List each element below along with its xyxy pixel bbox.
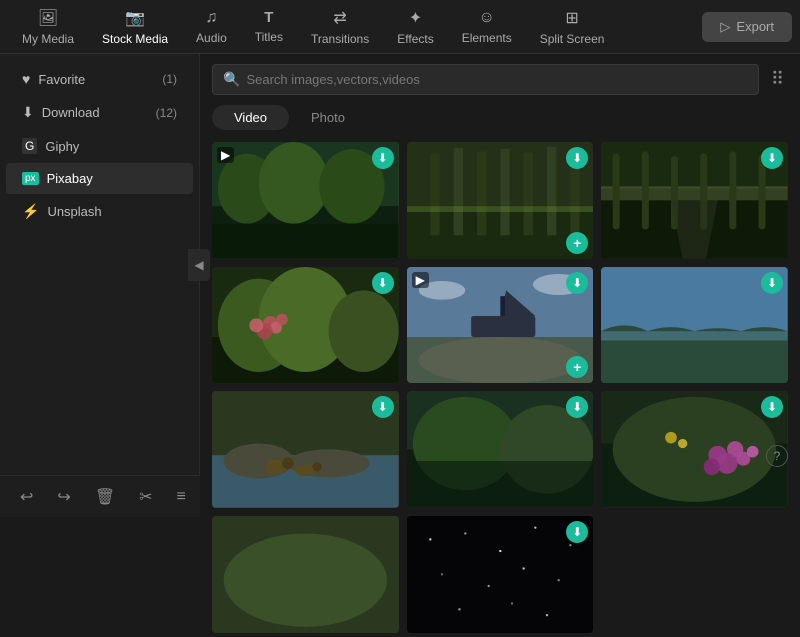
titles-icon: T: [264, 9, 273, 26]
tab-video[interactable]: Video: [212, 105, 289, 130]
content-wrapper: ◀ 🔍 ⠿ Video Photo: [200, 54, 800, 475]
nav-split-screen[interactable]: ⊞ Split Screen: [526, 2, 619, 52]
media-grid: ▶ ⬇: [212, 142, 788, 633]
audio-icon: ♫: [205, 9, 217, 27]
my-media-icon: 🖼: [38, 8, 58, 28]
nav-titles[interactable]: T Titles: [241, 3, 297, 50]
download-btn-6[interactable]: ⬇: [761, 272, 783, 294]
media-thumb-4[interactable]: ⬇: [212, 267, 399, 384]
content-area: 🔍 ⠿ Video Photo: [200, 54, 800, 637]
sidebar: ♥ Favorite (1) ⬇ Download (12) G Giphy p…: [0, 54, 200, 475]
media-thumb-8[interactable]: ⬇: [407, 391, 594, 508]
download-btn-3[interactable]: ⬇: [761, 147, 783, 169]
media-grid-wrap[interactable]: ▶ ⬇: [200, 138, 800, 637]
main-layout: ♥ Favorite (1) ⬇ Download (12) G Giphy p…: [0, 54, 800, 475]
nav-stock-media[interactable]: 📷 Stock Media: [88, 2, 182, 52]
content-tabs: Video Photo: [200, 101, 800, 138]
media-thumb-11[interactable]: ⬇: [407, 516, 594, 633]
add-btn-2[interactable]: +: [566, 232, 588, 254]
search-input[interactable]: [246, 72, 747, 87]
download-btn-5[interactable]: ⬇: [566, 272, 588, 294]
search-icon: 🔍: [223, 71, 240, 88]
media-thumb-3[interactable]: ⬇: [601, 142, 788, 259]
delete-button[interactable]: 🗑: [91, 483, 119, 511]
help-button[interactable]: ?: [766, 445, 788, 467]
menu-button[interactable]: ≡: [173, 484, 190, 510]
search-input-wrap: 🔍: [212, 64, 759, 95]
sidebar-item-giphy[interactable]: G Giphy: [6, 130, 193, 162]
sidebar-item-pixabay[interactable]: px Pixabay: [6, 163, 193, 194]
undo-button[interactable]: ↩: [16, 483, 37, 511]
download-btn-1[interactable]: ⬇: [372, 147, 394, 169]
media-thumb-1[interactable]: ▶ ⬇: [212, 142, 399, 259]
download-btn-4[interactable]: ⬇: [372, 272, 394, 294]
redo-button[interactable]: ↪: [53, 483, 74, 511]
export-icon: ▷: [720, 19, 730, 35]
download-icon: ⬇: [22, 104, 34, 121]
transitions-icon: ⇄: [333, 8, 346, 28]
collapse-sidebar-button[interactable]: ◀: [188, 249, 210, 281]
media-thumb-9[interactable]: ⬇: [601, 391, 788, 508]
export-button[interactable]: ▷ Export: [702, 12, 792, 42]
media-thumb-2[interactable]: ⬇ +: [407, 142, 594, 259]
nav-elements[interactable]: ☺ Elements: [448, 3, 526, 51]
top-nav: 🖼 My Media 📷 Stock Media ♫ Audio T Title…: [0, 0, 800, 54]
tab-photo[interactable]: Photo: [289, 105, 367, 130]
stock-media-icon: 📷: [125, 8, 145, 28]
video-badge-5: ▶: [412, 272, 429, 288]
split-screen-icon: ⊞: [565, 8, 578, 28]
sidebar-item-unsplash[interactable]: ⚡ Unsplash: [6, 195, 193, 228]
media-thumb-10[interactable]: [212, 516, 399, 633]
media-thumb-5[interactable]: ▶ ⬇ +: [407, 267, 594, 384]
nav-my-media[interactable]: 🖼 My Media: [8, 2, 88, 52]
pixabay-icon: px: [22, 172, 39, 185]
nav-transitions[interactable]: ⇄ Transitions: [297, 2, 383, 52]
giphy-icon: G: [22, 138, 37, 154]
video-badge-1: ▶: [217, 147, 234, 163]
search-bar: 🔍 ⠿: [200, 54, 800, 101]
download-btn-7[interactable]: ⬇: [372, 396, 394, 418]
media-thumb-6[interactable]: ⬇: [601, 267, 788, 384]
cut-button[interactable]: ✂: [135, 483, 156, 511]
media-thumb-7[interactable]: ⬇: [212, 391, 399, 508]
favorite-icon: ♥: [22, 71, 30, 87]
effects-icon: ✦: [409, 8, 422, 28]
nav-audio[interactable]: ♫ Audio: [182, 3, 241, 51]
sidebar-item-download[interactable]: ⬇ Download (12): [6, 96, 193, 129]
sidebar-item-favorite[interactable]: ♥ Favorite (1): [6, 63, 193, 95]
elements-icon: ☺: [479, 9, 495, 27]
unsplash-icon: ⚡: [22, 203, 39, 220]
nav-effects[interactable]: ✦ Effects: [383, 2, 447, 52]
grid-view-button[interactable]: ⠿: [767, 65, 788, 94]
